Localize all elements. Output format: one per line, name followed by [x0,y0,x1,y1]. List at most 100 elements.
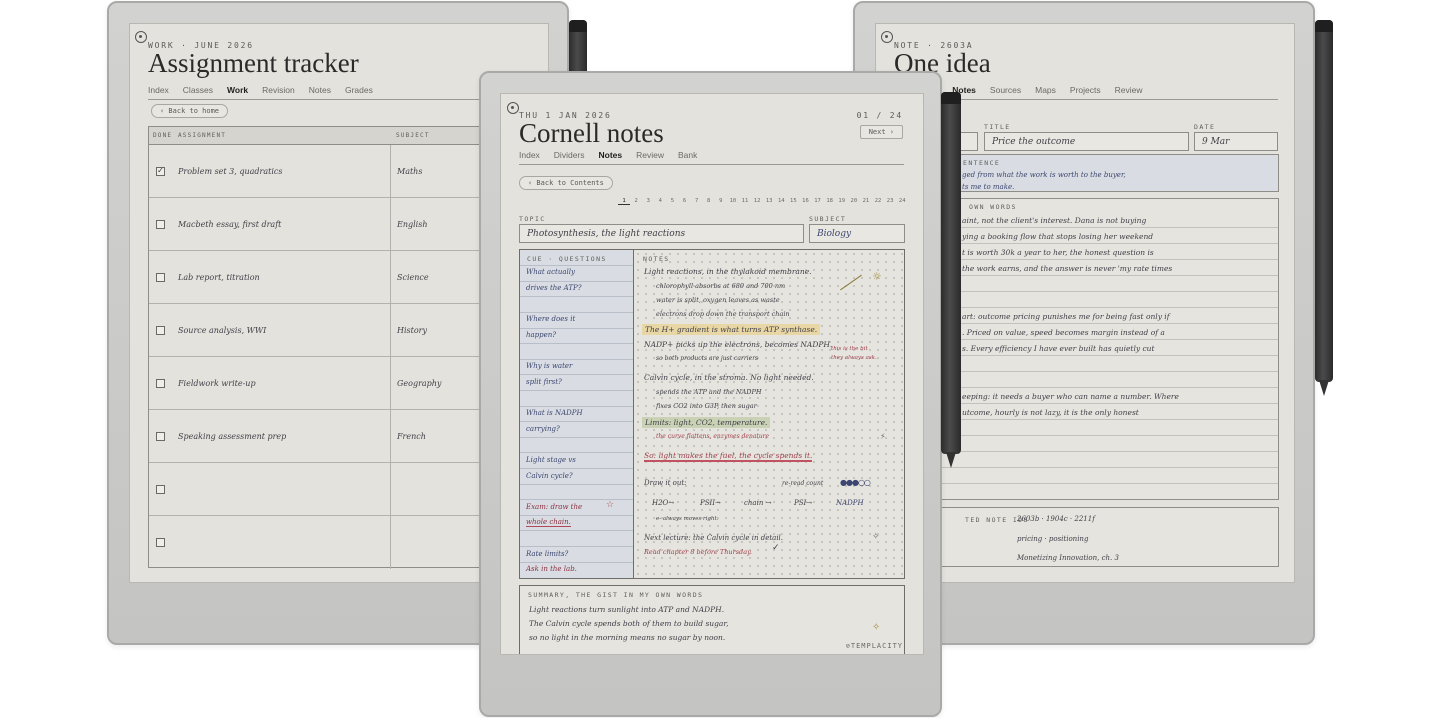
done-checkbox[interactable] [156,272,165,282]
note-line: t is worth 30k a year to her, the honest… [937,244,1278,260]
lightning-icon: ⚡ [880,432,886,441]
notes-column[interactable]: NOTES Light reactions, in the thylakoid … [634,250,904,578]
page-link[interactable]: 23 [884,198,896,205]
page-link[interactable]: 12 [751,198,763,205]
page-counter: 01 / 24 [856,111,903,120]
next-button[interactable]: Next › [859,125,903,139]
col-assignment: ASSIGNMENT [178,132,227,139]
note-line: Draw it out: [644,479,687,487]
page-link[interactable]: 24 [896,198,908,205]
page-link[interactable]: 21 [860,198,872,205]
date-label: DATE [1194,123,1216,131]
tab-review[interactable]: Review [636,150,664,160]
page-link[interactable]: 1 [618,198,631,205]
tab-maps[interactable]: Maps [1035,85,1056,95]
page-link[interactable]: 20 [848,198,860,205]
back-to-home-button[interactable]: ‹ Back to home [151,104,229,118]
done-checkbox[interactable]: ✓ [156,166,165,176]
page-link[interactable]: 11 [739,198,751,205]
home-circle-icon[interactable] [135,31,147,43]
date-field[interactable]: 9 Mar [1194,132,1278,151]
page-link[interactable]: 15 [787,198,799,205]
margin-note: they always ask. [831,355,877,361]
sparkle-icon: ✧ [872,532,880,542]
done-checkbox[interactable] [156,378,165,388]
highlight-line: Limits: light, CO2, temperature. [642,417,771,428]
home-circle-icon[interactable] [881,31,893,43]
star-icon: ☆ [606,500,615,510]
page-link[interactable]: 10 [727,198,739,205]
tab-classes[interactable]: Classes [183,85,213,95]
done-checkbox[interactable] [156,325,165,335]
cue-text: Why is water [526,362,573,370]
topic-field[interactable]: Photosynthesis, the light reactions [519,224,804,243]
related-notes-box[interactable]: TED NOTE IDS 2603b · 1904c · 2211f prici… [936,507,1279,567]
cue-text: Rate limits? [526,550,569,558]
tab-bank[interactable]: Bank [678,150,697,160]
tab-grades[interactable]: Grades [345,85,373,95]
tab-notes[interactable]: Notes [599,150,623,160]
tab-review[interactable]: Review [1115,85,1143,95]
sentence-box[interactable]: ENTENCE ged from what the work is worth … [936,154,1279,192]
page-link[interactable]: 18 [824,198,836,205]
tab-index[interactable]: Index [519,150,540,160]
cue-text: Light stage vs [526,456,576,464]
page-link[interactable]: 6 [678,198,690,205]
cue-text: carrying? [526,425,560,433]
reread-dots-icon[interactable]: ●●●○○ [840,478,871,487]
page-link[interactable]: 22 [872,198,884,205]
tab-notes[interactable]: Notes [309,85,331,95]
tab-sources[interactable]: Sources [990,85,1021,95]
assignment-cell: Speaking assessment prep [178,431,287,441]
done-checkbox[interactable] [156,538,165,547]
page-link[interactable]: 2 [630,198,642,205]
flow-step: PSI→ [794,499,813,507]
col-subject: SUBJECT [396,132,430,139]
cue-text: Ask in the lab. [526,565,577,573]
page-link[interactable]: 4 [654,198,666,205]
assignment-cell: Problem set 3, quadratics [178,166,283,176]
arrow-doodle-icon [840,274,862,291]
cue-text: happen? [526,331,557,339]
note-line: chlorophyll absorbs at 680 and 700 nm [656,282,786,290]
page-link[interactable]: 16 [799,198,811,205]
page-link[interactable]: 17 [812,198,824,205]
sentence-label: ENTENCE [963,159,1001,167]
page-link[interactable]: 13 [763,198,775,205]
summary-label: SUMMARY, THE GIST IN MY OWN WORDS [528,591,704,599]
done-checkbox[interactable] [156,484,165,494]
back-to-contents-button[interactable]: ‹ Back to Contents [519,176,613,190]
page-link[interactable]: 5 [666,198,678,205]
note-line: so both products are just carriers [656,355,759,362]
summary-line: The Calvin cycle spends both of them to … [529,619,729,628]
note-line [937,372,1278,388]
cue-column[interactable]: CUE · QUESTIONS What actually drives the… [520,250,634,578]
note-line: Read chapter 8 before Thursday. [644,548,752,556]
cornell-grid: CUE · QUESTIONS What actually drives the… [519,249,905,579]
note-line: Light reactions, in the thylakoid membra… [644,267,812,276]
home-circle-icon[interactable] [507,102,519,114]
note-line: art: outcome pricing punishes me for bei… [937,308,1278,324]
page-link[interactable]: 8 [703,198,715,205]
own-words-box[interactable]: OWN WORDS aint, not the client's interes… [936,198,1279,500]
page-link[interactable]: 3 [642,198,654,205]
assignment-cell: Lab report, titration [178,272,260,282]
tab-projects[interactable]: Projects [1070,85,1101,95]
page-link[interactable]: 7 [691,198,703,205]
page-link[interactable]: 19 [836,198,848,205]
page-link[interactable]: 14 [775,198,787,205]
page-link[interactable]: 9 [715,198,727,205]
subject-cell: English [390,198,490,250]
done-checkbox[interactable] [156,431,165,441]
flow-step: chain → [744,499,772,507]
stylus-pen [941,92,961,468]
summary-line: Light reactions turn sunlight into ATP a… [529,605,725,614]
tab-dividers[interactable]: Dividers [554,150,585,160]
subject-field[interactable]: Biology [809,224,905,243]
tab-index[interactable]: Index [148,85,169,95]
tab-work[interactable]: Work [227,85,248,95]
done-checkbox[interactable] [156,219,165,229]
title-field[interactable]: Price the outcome [984,132,1189,151]
stylus-pen [1315,20,1333,396]
tab-revision[interactable]: Revision [262,85,295,95]
